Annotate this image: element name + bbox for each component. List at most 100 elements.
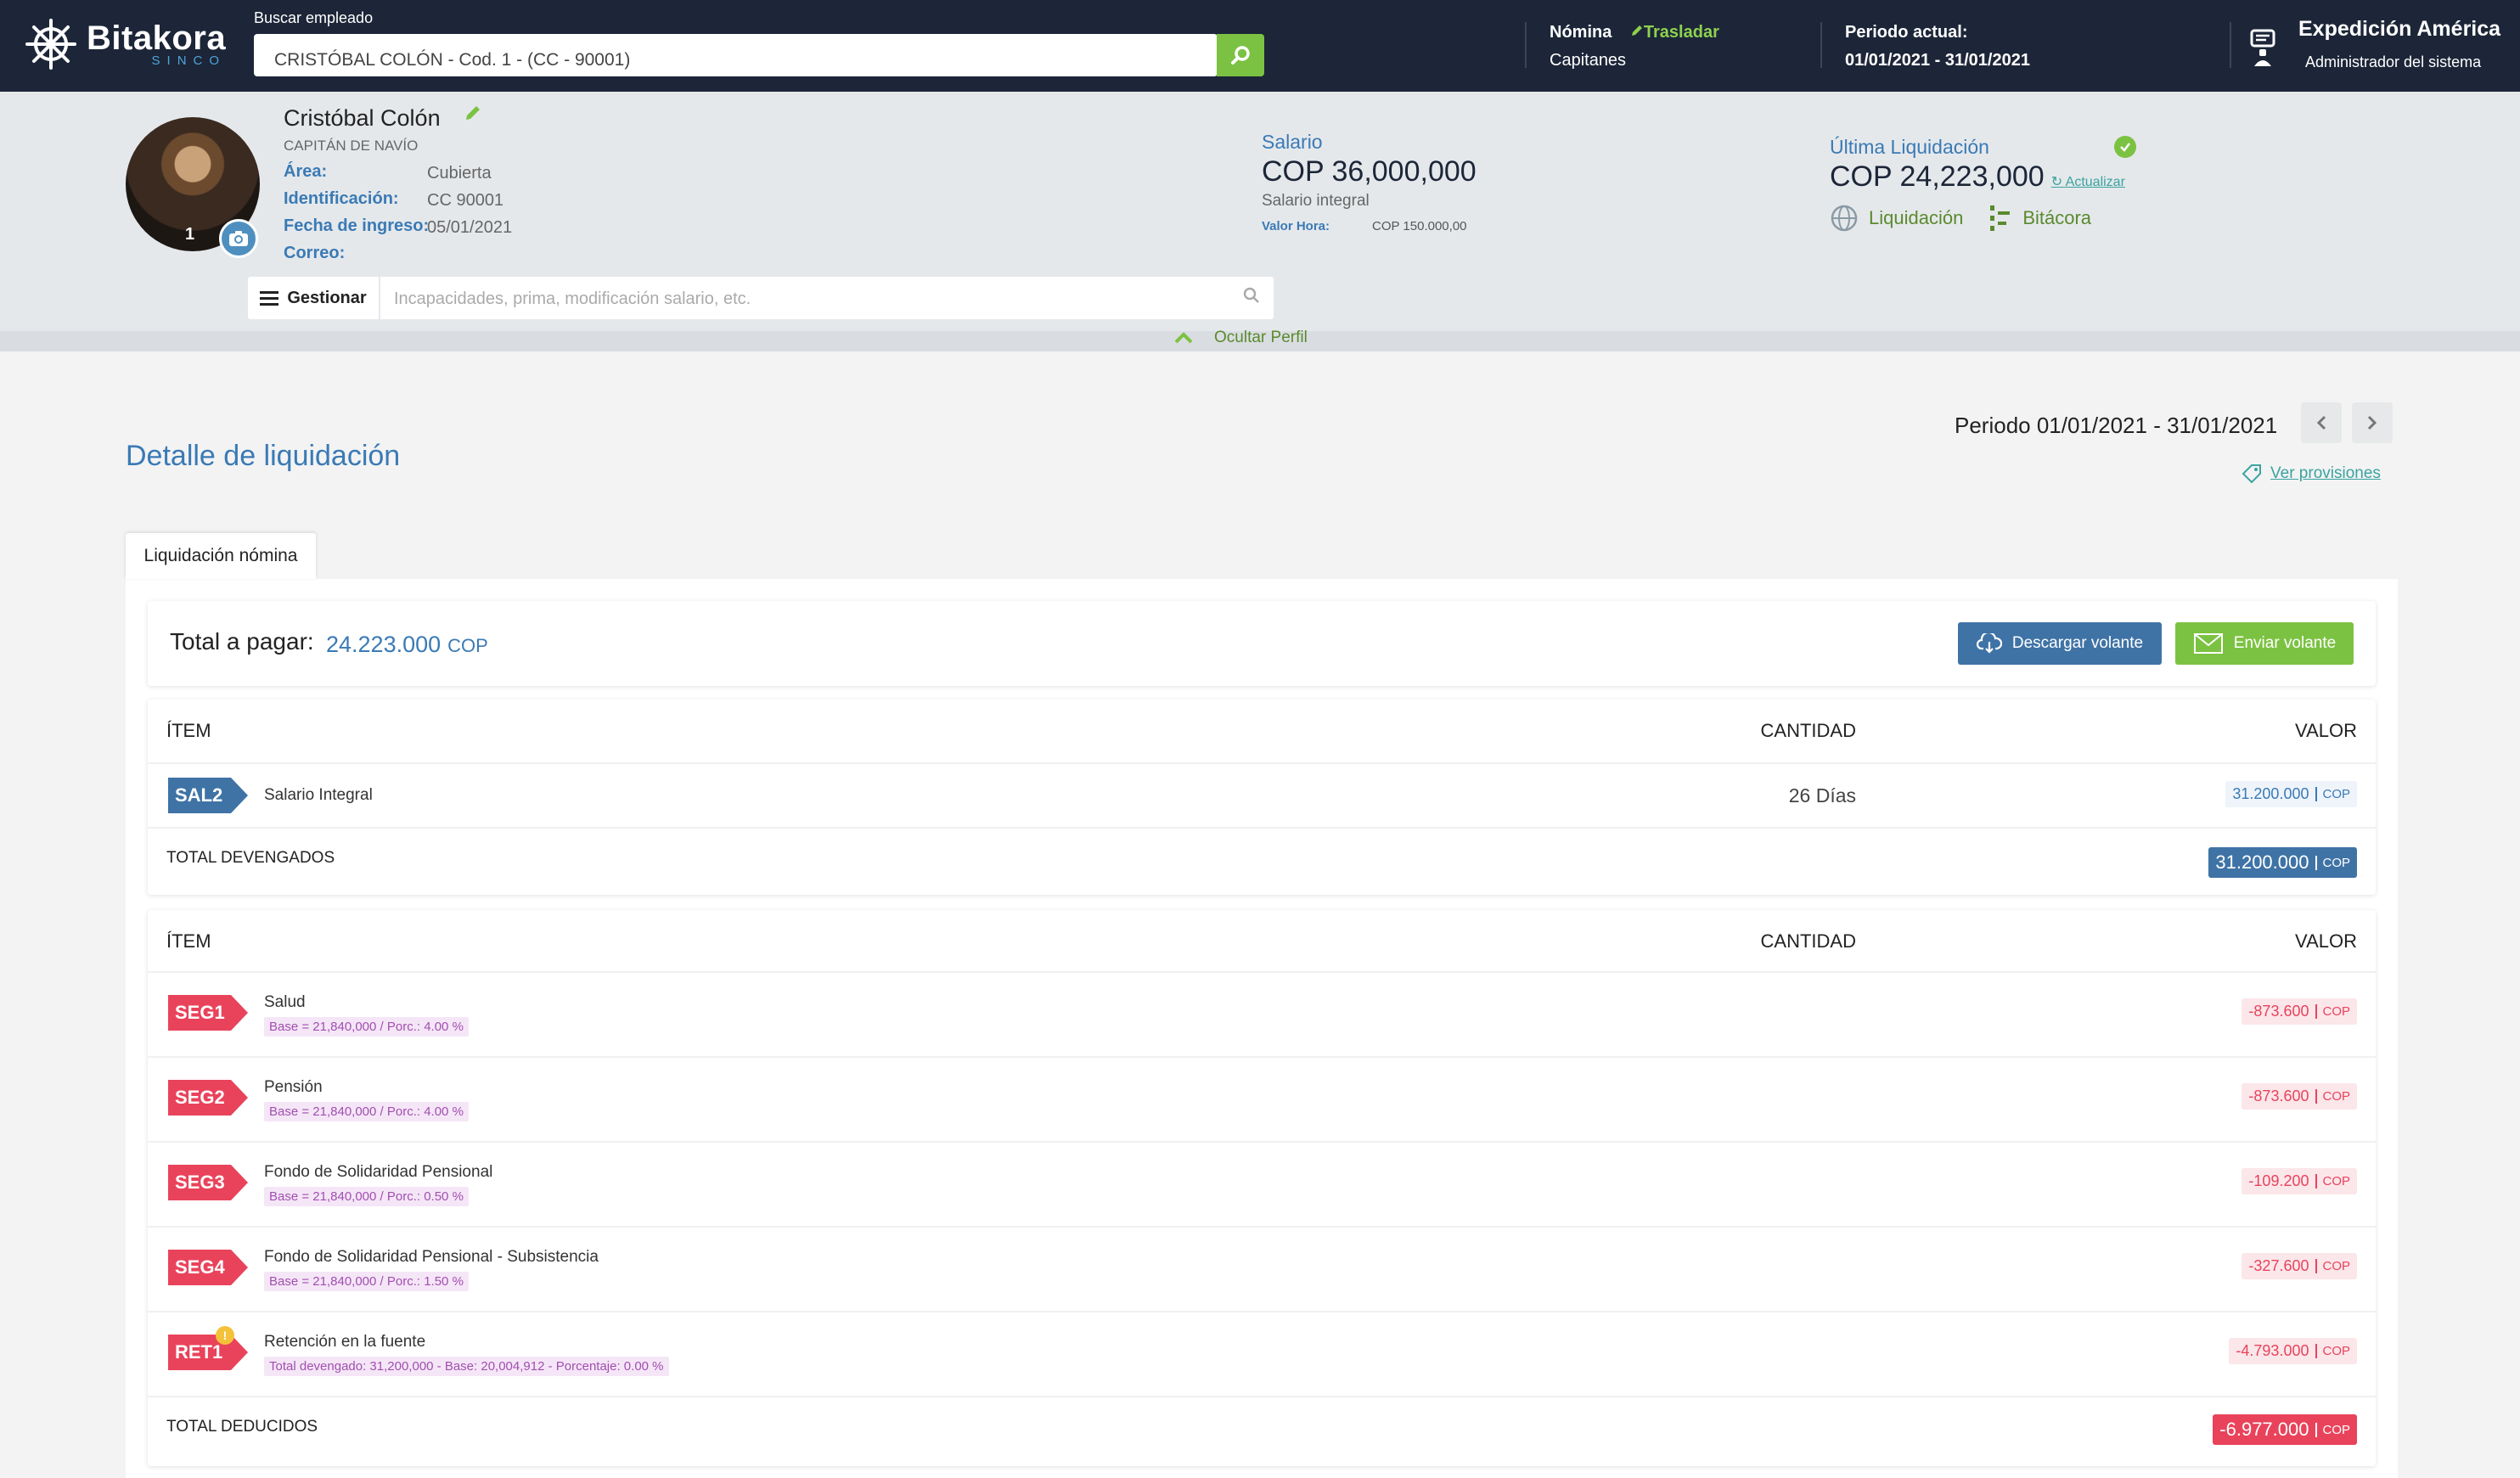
item-detail-tag: Base = 21,840,000 / Porc.: 1.50 % (264, 1272, 469, 1291)
employee-search-input[interactable]: CRISTÓBAL COLÓN - Cod. 1 - (CC - 90001) (254, 34, 1218, 76)
send-payslip-label: Enviar volante (2233, 634, 2337, 652)
item-code: SEG4 (175, 1256, 225, 1278)
item-value: -327.600 COP (2242, 1253, 2357, 1279)
column-header-item: ÍTEM (166, 720, 211, 741)
globe-icon (1831, 205, 1858, 232)
total-deductions-label: TOTAL DEDUCIDOS (166, 1418, 318, 1436)
edit-profile-icon[interactable] (464, 104, 482, 122)
last-settlement-value: COP 24,223,000 (1830, 160, 2045, 193)
warning-icon[interactable]: ! (216, 1326, 234, 1345)
item-value-amount: -873.600 (2248, 1087, 2309, 1104)
download-payslip-button[interactable]: Descargar volante (1958, 622, 2162, 665)
trasladar-link[interactable]: Trasladar (1630, 23, 1719, 42)
item-value-amount: -873.600 (2248, 1003, 2309, 1020)
refresh-icon: ↻ (2050, 175, 2066, 189)
employee-role: CAPITÁN DE NAVÍO (284, 138, 419, 154)
item-quantity: 26 Días (1788, 784, 1856, 806)
total-to-pay-label: Total a pagar: (170, 628, 314, 655)
chevron-right-icon (2367, 415, 2377, 430)
user-admin-icon[interactable] (2248, 29, 2277, 66)
identification-value: CC 90001 (427, 191, 504, 210)
salary-label: Salario (1262, 131, 1323, 153)
item-code: RET1 (175, 1341, 223, 1363)
item-detail-tag: Base = 21,840,000 / Porc.: 4.00 % (264, 1102, 469, 1121)
manage-button[interactable]: Gestionar (248, 277, 380, 319)
table-row: SEG3 Fondo de Solidaridad Pensional Base… (148, 1141, 2376, 1226)
last-settlement-label: Última Liquidación (1830, 136, 1989, 158)
hourly-value-amount: COP 150.000,00 (1372, 219, 1467, 233)
page-title: Detalle de liquidación (126, 440, 401, 472)
tag-icon (2242, 464, 2261, 484)
change-photo-button[interactable] (219, 219, 258, 258)
item-value-currency: COP (2315, 787, 2350, 801)
update-link[interactable]: ↻ Actualizar (2051, 175, 2125, 189)
item-value: -109.200 COP (2242, 1168, 2357, 1194)
total-deductions-currency: COP (2315, 1422, 2350, 1437)
hide-profile-toggle[interactable]: Ocultar Perfil (1173, 329, 1308, 347)
item-code-badge: SEG3 (168, 1165, 248, 1200)
start-date-label: Fecha de ingreso: (284, 216, 430, 235)
view-provisions-label: Ver provisiones (2270, 464, 2381, 482)
search-button[interactable] (1217, 34, 1264, 76)
total-earnings-currency: COP (2315, 855, 2350, 870)
download-payslip-label: Descargar volante (2011, 634, 2144, 652)
manage-search-icon[interactable] (1241, 285, 1262, 306)
item-name: Fondo de Solidaridad Pensional (264, 1163, 493, 1181)
update-label: Actualizar (2065, 175, 2125, 189)
total-deductions-amount: -6.977.000 (2219, 1419, 2309, 1440)
liquidacion-link[interactable]: Liquidación (1869, 207, 1963, 229)
item-value: 31.200.000 COP (2225, 781, 2357, 807)
hide-profile-label: Ocultar Perfil (1214, 329, 1308, 346)
user-role: Administrador del sistema (2305, 53, 2482, 70)
user-block[interactable]: Expedición América Administrador del sis… (2298, 17, 2500, 71)
salary-amount: COP 36,000,000 (1262, 155, 1477, 188)
manage-search-input[interactable]: Incapacidades, prima, modificación salar… (394, 289, 751, 309)
total-earnings-value: 31.200.000 COP (2208, 847, 2357, 878)
period-value: 01/01/2021 - 31/01/2021 (1845, 51, 2030, 70)
pencil-icon (1631, 25, 1642, 36)
employee-search-value: CRISTÓBAL COLÓN - Cod. 1 - (CC - 90001) (274, 50, 631, 70)
item-value-currency: COP (2315, 1259, 2350, 1273)
search-employee-label: Buscar empleado (254, 9, 374, 26)
timeline-icon (1990, 205, 2011, 231)
item-code: SEG2 (175, 1087, 225, 1108)
item-code: SEG1 (175, 1002, 225, 1023)
view-provisions-link[interactable]: Ver provisiones (2242, 464, 2381, 484)
divider (2230, 22, 2231, 68)
column-header-value: VALOR (2295, 930, 2357, 952)
identification-label: Identificación: (284, 189, 399, 208)
item-value-amount: -4.793.000 (2236, 1342, 2309, 1359)
earnings-table: ÍTEM CANTIDAD VALOR SAL2 Salario Integra… (148, 700, 2376, 895)
tab-liquidacion-nomina[interactable]: Liquidación nómina (126, 533, 316, 579)
item-code-badge: SEG1 (168, 995, 248, 1031)
manage-bar: Gestionar Incapacidades, prima, modifica… (248, 277, 1274, 319)
total-row: TOTAL DEVENGADOS 31.200.000 COP (148, 827, 2376, 895)
total-currency: COP (447, 635, 488, 656)
item-value: -873.600 COP (2242, 998, 2357, 1025)
column-header-quantity: CANTIDAD (1760, 930, 1856, 952)
chevron-up-icon (1174, 332, 1193, 344)
column-header-value: VALOR (2295, 720, 2357, 741)
start-date-value: 05/01/2021 (427, 218, 513, 237)
salary-type: Salario integral (1262, 192, 1370, 210)
column-header-item: ÍTEM (166, 930, 211, 952)
previous-period-button[interactable] (2301, 402, 2342, 443)
send-payslip-button[interactable]: Enviar volante (2175, 622, 2354, 665)
item-name: Retención en la fuente (264, 1333, 426, 1351)
divider (1525, 22, 1527, 68)
search-icon (1231, 46, 1250, 65)
next-period-button[interactable] (2352, 402, 2393, 443)
column-header-quantity: CANTIDAD (1760, 720, 1856, 741)
ship-wheel-icon (25, 19, 76, 70)
item-name: Pensión (264, 1078, 323, 1096)
item-code: SEG3 (175, 1172, 225, 1193)
nomina-block: Nómina Trasladar Capitanes (1550, 23, 1719, 70)
item-name: Salud (264, 993, 306, 1011)
table-row: SEG1 Salud Base = 21,840,000 / Porc.: 4.… (148, 971, 2376, 1056)
period-label: Periodo actual: (1845, 23, 1968, 42)
period-display: Periodo 01/01/2021 - 31/01/2021 (1955, 413, 2278, 438)
bitacora-link[interactable]: Bitácora (2022, 207, 2091, 229)
profile-links: Liquidación Bitácora (1830, 204, 2117, 233)
user-name: Expedición América (2298, 17, 2501, 41)
bitakora-logo[interactable]: Bitakora SINCO (25, 19, 226, 70)
